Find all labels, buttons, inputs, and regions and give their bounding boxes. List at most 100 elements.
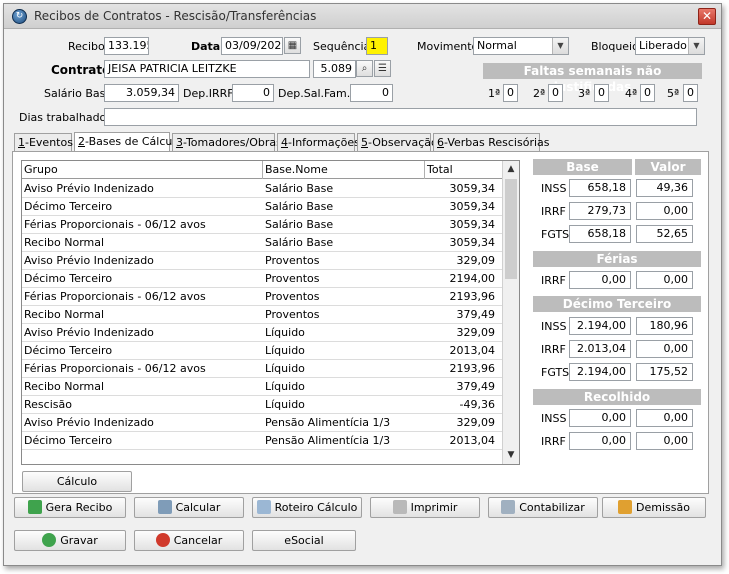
search-icon[interactable]: ⌕ xyxy=(356,60,373,77)
contrato-name-field[interactable]: JEISA PATRICIA LEITZKE xyxy=(104,60,310,78)
summary-main-base-field[interactable]: 658,18 xyxy=(569,225,631,243)
table-row[interactable]: Rescisão Líquido -49,36 xyxy=(22,396,502,414)
cell-base-nome: Proventos xyxy=(265,254,320,267)
esocial-button[interactable]: eSocial xyxy=(252,530,356,551)
salario-label: Salário Base xyxy=(44,87,113,100)
summary-decimo-valor-field[interactable]: 180,96 xyxy=(636,317,693,335)
cell-base-nome: Líquido xyxy=(265,362,305,375)
close-button[interactable]: ✕ xyxy=(698,8,716,25)
calendar-icon[interactable]: ▦ xyxy=(284,37,301,54)
table-row[interactable]: Aviso Prévio Indenizado Líquido 329,09 xyxy=(22,324,502,342)
summary-recolhido-base-field[interactable]: 0,00 xyxy=(569,409,631,427)
falta-week-4-field[interactable]: 0 xyxy=(640,84,655,102)
contrato-code-field[interactable]: 5.089 xyxy=(313,60,356,78)
gera-recibo-button[interactable]: Gera Recibo xyxy=(14,497,126,518)
bloqueio-select[interactable]: Liberado ▼ xyxy=(635,37,705,55)
salario-field[interactable]: 3.059,34 xyxy=(104,84,179,102)
tab-tomadores[interactable]: 3-Tomadores/Obras xyxy=(172,133,282,152)
summary-decimo-base-field[interactable]: 2.194,00 xyxy=(569,317,631,335)
recibo-field[interactable]: 133.195 xyxy=(104,37,149,55)
table-row[interactable]: Aviso Prévio Indenizado Salário Base 3059,… xyxy=(22,180,502,198)
tab-verbas-rescisorias[interactable]: 6-Verbas Rescisórias xyxy=(433,133,550,152)
table-row[interactable]: Férias Proporcionais - 06/12 avos Salário… xyxy=(22,216,502,234)
grid-scrollbar[interactable]: ▲ ▼ xyxy=(502,161,519,464)
tab-informacoes[interactable]: 4-Informações xyxy=(277,133,360,152)
summary-main-label: INSS xyxy=(541,182,567,195)
cell-total: 329,09 xyxy=(456,254,496,267)
sequencia-field[interactable]: 1 xyxy=(366,37,388,55)
tab-observacao[interactable]: 5-Observação xyxy=(357,133,438,152)
cell-total: -49,36 xyxy=(459,398,495,411)
chevron-up-icon[interactable]: ▲ xyxy=(503,161,519,178)
summary-main-valor-field[interactable]: 52,65 xyxy=(636,225,693,243)
data-field[interactable]: 03/09/2021 xyxy=(221,37,283,55)
summary-main-base-field[interactable]: 279,73 xyxy=(569,202,631,220)
imprimir-button[interactable]: Imprimir xyxy=(370,497,480,518)
table-row[interactable]: Recibo Normal Líquido 379,49 xyxy=(22,378,502,396)
cancel-icon xyxy=(155,533,170,547)
cell-base-nome: Pensão Alimentícia 1/3 xyxy=(265,434,391,447)
dias-field[interactable] xyxy=(104,108,697,126)
cell-base-nome: Salário Base xyxy=(265,218,334,231)
falta-week-1-field[interactable]: 0 xyxy=(503,84,518,102)
movimento-select[interactable]: Normal ▼ xyxy=(473,37,569,55)
table-row[interactable]: Décimo Terceiro Líquido 2013,04 xyxy=(22,342,502,360)
table-row[interactable]: Décimo Terceiro Pensão Alimentícia 1/3 201… xyxy=(22,432,502,450)
sequencia-label: Sequência xyxy=(313,40,371,53)
table-row[interactable]: Décimo Terceiro Proventos 2194,00 xyxy=(22,270,502,288)
falta-week-2-field[interactable]: 0 xyxy=(548,84,563,102)
table-row[interactable]: Recibo Normal Proventos 379,49 xyxy=(22,306,502,324)
scroll-thumb[interactable] xyxy=(505,179,517,279)
gravar-button[interactable]: Gravar xyxy=(14,530,126,551)
table-row[interactable]: Aviso Prévio Indenizado Proventos 329,09 xyxy=(22,252,502,270)
summary-decimo-label: FGTS xyxy=(541,366,570,379)
tab-bases-calculo[interactable]: 2-Bases de Cálculo xyxy=(74,132,182,152)
calcular-button[interactable]: Calcular xyxy=(134,497,244,518)
demissao-button[interactable]: Demissão xyxy=(602,497,706,518)
cell-total: 3059,34 xyxy=(449,218,496,231)
cell-grupo: Aviso Prévio Indenizado xyxy=(24,326,154,339)
table-row[interactable]: Aviso Prévio Indenizado Pensão Alimentíci… xyxy=(22,414,502,432)
column-header-total[interactable]: Total xyxy=(425,161,498,179)
chevron-down-icon[interactable]: ▼ xyxy=(688,38,704,54)
summary-decimo-label: INSS xyxy=(541,320,567,333)
dep-irrf-field[interactable]: 0 xyxy=(232,84,274,102)
column-header-grupo[interactable]: Grupo xyxy=(22,161,263,179)
summary-recolhido-valor-field[interactable]: 0,00 xyxy=(636,432,693,450)
column-header-base-nome[interactable]: Base.Nome xyxy=(263,161,425,179)
contabilizar-button[interactable]: Contabilizar xyxy=(488,497,598,518)
table-row[interactable]: Férias Proporcionais - 06/12 avos Provent… xyxy=(22,288,502,306)
tab-eventos[interactable]: 1-Eventos xyxy=(14,133,73,152)
falta-week-5-field[interactable]: 0 xyxy=(683,84,698,102)
cell-base-nome: Líquido xyxy=(265,398,305,411)
chevron-down-icon[interactable]: ▼ xyxy=(552,38,568,54)
summary-decimo-valor-field[interactable]: 0,00 xyxy=(636,340,693,358)
table-row[interactable]: Décimo Terceiro Salário Base 3059,34 xyxy=(22,198,502,216)
summary-recolhido-valor-field[interactable]: 0,00 xyxy=(636,409,693,427)
cancelar-button[interactable]: Cancelar xyxy=(134,530,244,551)
tab-key: 6 xyxy=(437,136,444,149)
summary-recolhido-base-field[interactable]: 0,00 xyxy=(569,432,631,450)
tab-label: -Eventos xyxy=(25,136,73,149)
summary-decimo-valor-field[interactable]: 175,52 xyxy=(636,363,693,381)
ferias-title: Férias xyxy=(533,251,701,267)
bases-grid[interactable]: Grupo Base.Nome Total Aviso Prévio Inden… xyxy=(21,160,520,465)
summary-main-base-field[interactable]: 658,18 xyxy=(569,179,631,197)
summary-ferias-base-field[interactable]: 0,00 xyxy=(569,271,631,289)
dep-sal-field[interactable]: 0 xyxy=(350,84,393,102)
chevron-down-icon[interactable]: ▼ xyxy=(503,447,519,464)
title-bar[interactable]: ↻ Recibos de Contratos - Rescisão/Transf… xyxy=(4,4,721,29)
table-row[interactable]: Recibo Normal Salário Base 3059,34 xyxy=(22,234,502,252)
cell-base-nome: Salário Base xyxy=(265,236,334,249)
summary-decimo-base-field[interactable]: 2.194,00 xyxy=(569,363,631,381)
summary-ferias-valor-field[interactable]: 0,00 xyxy=(636,271,693,289)
roteiro-calculo-button[interactable]: Roteiro Cálculo xyxy=(252,497,362,518)
calculo-button[interactable]: Cálculo xyxy=(22,471,132,492)
falta-week-3-field[interactable]: 0 xyxy=(594,84,609,102)
summary-decimo-base-field[interactable]: 2.013,04 xyxy=(569,340,631,358)
table-row[interactable]: Férias Proporcionais - 06/12 avos Líquido… xyxy=(22,360,502,378)
dep-sal-label: Dep.Sal.Fam. xyxy=(278,87,351,100)
summary-main-valor-field[interactable]: 0,00 xyxy=(636,202,693,220)
list-icon[interactable]: ☰ xyxy=(374,60,391,77)
summary-main-valor-field[interactable]: 49,36 xyxy=(636,179,693,197)
